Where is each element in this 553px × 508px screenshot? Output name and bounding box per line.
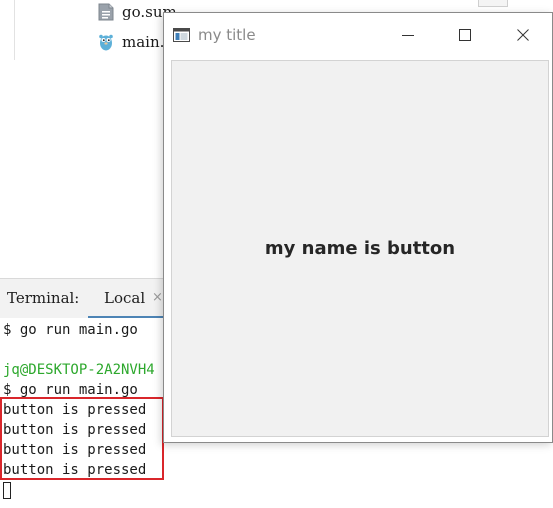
tab-local-label: Local — [104, 289, 146, 307]
window-titlebar[interactable]: my title — [164, 13, 552, 57]
minimize-icon — [402, 35, 414, 36]
tab-local[interactable]: Local × — [88, 279, 168, 319]
terminal-line: $ go run main.go — [3, 322, 138, 338]
maximize-button[interactable] — [436, 13, 494, 57]
project-panel-edge — [0, 0, 15, 60]
gopher-file-icon — [99, 34, 113, 51]
terminal-cursor — [3, 482, 11, 499]
app-window[interactable]: my title my name is button — [163, 12, 553, 443]
maximize-icon — [459, 29, 471, 41]
scrollbar-corner[interactable] — [478, 0, 508, 7]
close-button[interactable] — [494, 13, 552, 57]
window-client-area: my name is button — [164, 57, 552, 442]
tree-item-label: main. — [122, 33, 165, 51]
terminal-title: Terminal: — [7, 289, 80, 307]
app-window-icon — [173, 28, 190, 42]
close-icon[interactable]: × — [152, 290, 163, 305]
highlight-annotation — [0, 397, 164, 480]
button-label: my name is button — [264, 238, 456, 259]
terminal-prompt-user: jq@DESKTOP-2A2NVH4 — [3, 362, 155, 378]
close-icon — [517, 29, 529, 41]
tree-item-main-go[interactable]: main. — [98, 31, 164, 53]
text-file-icon — [98, 3, 114, 21]
window-title: my title — [198, 26, 256, 44]
minimize-button[interactable] — [379, 13, 437, 57]
my-name-button[interactable]: my name is button — [171, 60, 549, 437]
